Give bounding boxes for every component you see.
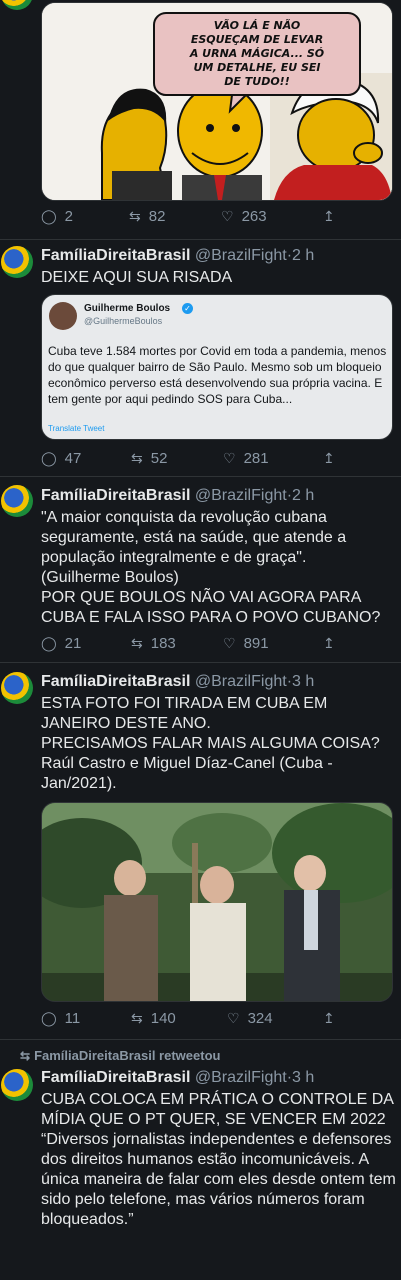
tweet-actions: ◯ 11 ⇆ 140 ♡ 324 ↥ bbox=[41, 1010, 341, 1030]
retweet-count: 52 bbox=[150, 450, 168, 467]
avatar[interactable] bbox=[1, 485, 33, 517]
heart-icon: ♡ bbox=[223, 450, 236, 466]
heart-icon: ♡ bbox=[227, 1010, 240, 1026]
author-name[interactable]: FamíliaDireitaBrasil bbox=[41, 1069, 190, 1086]
heart-icon: ♡ bbox=[223, 635, 236, 651]
author-handle[interactable]: @BrazilFight bbox=[195, 673, 287, 690]
tweet[interactable]: FamíliaDireitaBrasil @BrazilFight·2 h "A… bbox=[0, 477, 401, 663]
tweet-header: FamíliaDireitaBrasil @BrazilFight·3 h bbox=[41, 1068, 314, 1088]
retweet-icon: ⇆ bbox=[131, 450, 143, 466]
reply-count: 11 bbox=[64, 1010, 81, 1027]
author-name[interactable]: FamíliaDireitaBrasil bbox=[41, 487, 190, 504]
tweet[interactable]: ⇆ FamíliaDireitaBrasil retweetou FamíliaD… bbox=[0, 1040, 401, 1280]
heart-icon: ♡ bbox=[221, 208, 234, 224]
share-icon: ↥ bbox=[323, 208, 335, 224]
tweet-text: CUBA COLOCA EM PRÁTICA O CONTROLE DA MÍD… bbox=[41, 1091, 396, 1228]
quote-text: Cuba teve 1.584 mortes por Covid em toda… bbox=[48, 344, 387, 406]
author-name[interactable]: FamíliaDireitaBrasil bbox=[41, 673, 190, 690]
author-name[interactable]: FamíliaDireitaBrasil bbox=[41, 247, 190, 264]
tweet-actions: ◯ 21 ⇆ 183 ♡ 891 ↥ bbox=[41, 635, 341, 655]
tweet-cartoon[interactable]: VÃO LÁ E NÃO ESQUEÇAM DE LEVAR A URNA MÁ… bbox=[0, 0, 401, 240]
reply-count: 2 bbox=[64, 208, 74, 225]
share-button[interactable]: ↥ bbox=[323, 450, 335, 467]
author-handle[interactable]: @BrazilFight bbox=[195, 487, 287, 504]
tweet-photo[interactable] bbox=[41, 802, 393, 1002]
translate-tweet-link[interactable]: Translate Tweet bbox=[48, 424, 104, 433]
photo-image bbox=[42, 803, 392, 1001]
tweet-header: FamíliaDireitaBrasil @BrazilFight·2 h bbox=[41, 486, 314, 506]
retweet-icon: ⇆ bbox=[131, 1010, 143, 1026]
reply-icon: ◯ bbox=[41, 208, 57, 224]
like-count: 891 bbox=[243, 635, 269, 652]
retweet-count: 140 bbox=[150, 1010, 176, 1027]
reply-icon: ◯ bbox=[41, 635, 57, 651]
share-button[interactable]: ↥ bbox=[323, 1010, 335, 1027]
like-button[interactable]: ♡ 324 bbox=[227, 1010, 273, 1027]
quote-avatar bbox=[49, 302, 77, 330]
reply-count: 21 bbox=[64, 635, 82, 652]
author-handle[interactable]: @BrazilFight bbox=[195, 247, 287, 264]
retweeted-by: ⇆ FamíliaDireitaBrasil retweetou bbox=[20, 1048, 220, 1063]
avatar[interactable] bbox=[1, 672, 33, 704]
like-button[interactable]: ♡ 281 bbox=[223, 450, 269, 467]
tweet-text: DEIXE AQUI SUA RISADA bbox=[41, 269, 233, 286]
retweet-count: 82 bbox=[148, 208, 166, 225]
tweet-time[interactable]: 3 h bbox=[292, 673, 314, 690]
tweet-text: ESTA FOTO FOI TIRADA EM CUBA EM JANEIRO … bbox=[41, 695, 380, 792]
retweet-button[interactable]: ⇆ 52 bbox=[131, 450, 167, 467]
tweet[interactable]: FamíliaDireitaBrasil @BrazilFight·2 h DE… bbox=[0, 240, 401, 477]
reply-button[interactable]: ◯ 2 bbox=[41, 208, 73, 225]
quote-author-handle: @GuilhermeBoulos bbox=[84, 316, 163, 326]
tweet-time[interactable]: 2 h bbox=[292, 487, 314, 504]
tweet[interactable]: FamíliaDireitaBrasil @BrazilFight·3 h ES… bbox=[0, 663, 401, 1040]
tweet-time[interactable]: 2 h bbox=[292, 247, 314, 264]
cartoon-image[interactable]: VÃO LÁ E NÃO ESQUEÇAM DE LEVAR A URNA MÁ… bbox=[41, 2, 393, 201]
tweet-actions: ◯ 47 ⇆ 52 ♡ 281 ↥ bbox=[41, 450, 341, 470]
tweet-text: "A maior conquista da revolução cubana s… bbox=[41, 509, 381, 626]
reply-count: 47 bbox=[64, 450, 82, 467]
speech-bubble-text: VÃO LÁ E NÃO ESQUEÇAM DE LEVAR A URNA MÁ… bbox=[189, 19, 325, 88]
share-icon: ↥ bbox=[323, 1010, 335, 1026]
reply-button[interactable]: ◯ 47 bbox=[41, 450, 81, 467]
share-button[interactable]: ↥ bbox=[323, 635, 335, 652]
avatar[interactable] bbox=[1, 1069, 33, 1101]
reply-button[interactable]: ◯ 11 bbox=[41, 1010, 80, 1027]
share-button[interactable]: ↥ bbox=[323, 208, 335, 225]
like-count: 263 bbox=[241, 208, 267, 225]
quote-author-name: Guilherme Boulos bbox=[84, 303, 171, 314]
retweet-icon: ⇆ bbox=[129, 208, 141, 224]
retweet-button[interactable]: ⇆ 183 bbox=[131, 635, 176, 652]
avatar[interactable] bbox=[1, 0, 33, 10]
share-icon: ↥ bbox=[323, 450, 335, 466]
retweet-icon: ⇆ bbox=[131, 635, 143, 651]
tweet-time[interactable]: 3 h bbox=[292, 1069, 314, 1086]
retweet-icon: ⇆ bbox=[20, 1049, 31, 1063]
tweet-actions: ◯ 2 ⇆ 82 ♡ 263 ↥ bbox=[41, 208, 341, 228]
retweet-count: 183 bbox=[150, 635, 176, 652]
like-button[interactable]: ♡ 263 bbox=[221, 208, 267, 225]
quoted-tweet[interactable]: Guilherme Boulos ✓ @GuilhermeBoulos Cuba… bbox=[41, 294, 393, 440]
share-icon: ↥ bbox=[323, 635, 335, 651]
avatar[interactable] bbox=[1, 246, 33, 278]
tweet-header: FamíliaDireitaBrasil @BrazilFight·3 h bbox=[41, 672, 314, 692]
reply-icon: ◯ bbox=[41, 450, 57, 466]
retweet-button[interactable]: ⇆ 140 bbox=[131, 1010, 176, 1027]
like-count: 324 bbox=[247, 1010, 273, 1027]
retweeted-by-label[interactable]: FamíliaDireitaBrasil retweetou bbox=[34, 1048, 220, 1063]
author-handle[interactable]: @BrazilFight bbox=[195, 1069, 287, 1086]
like-count: 281 bbox=[243, 450, 269, 467]
reply-icon: ◯ bbox=[41, 1010, 57, 1026]
tweet-header: FamíliaDireitaBrasil @BrazilFight·2 h bbox=[41, 246, 314, 266]
verified-icon: ✓ bbox=[182, 303, 193, 314]
like-button[interactable]: ♡ 891 bbox=[223, 635, 269, 652]
retweet-button[interactable]: ⇆ 82 bbox=[129, 208, 165, 225]
reply-button[interactable]: ◯ 21 bbox=[41, 635, 81, 652]
